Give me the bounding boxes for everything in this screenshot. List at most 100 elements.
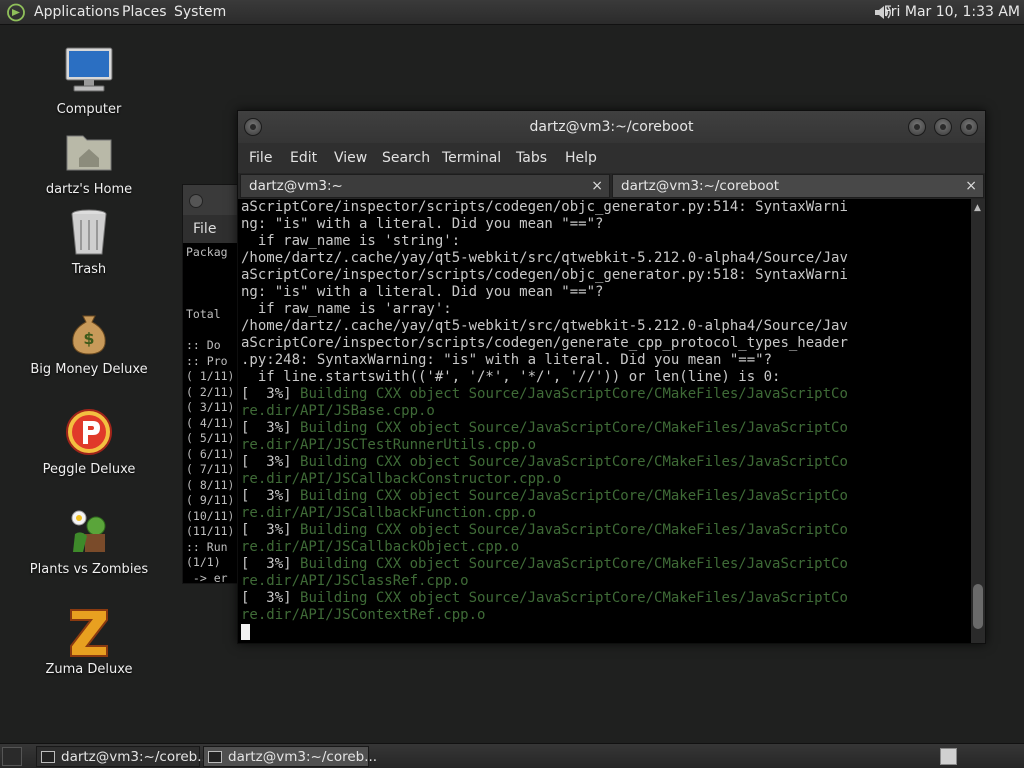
- build-step-text: Building CXX object Source/JavaScriptCor…: [300, 454, 848, 470]
- trash-icon: [61, 204, 117, 260]
- menu-tabs[interactable]: Tabs: [516, 143, 547, 173]
- terminal-line: aScriptCore/inspector/scripts/codegen/ge…: [241, 335, 848, 351]
- build-step-text: Building CXX object Source/JavaScriptCor…: [300, 488, 848, 504]
- window-titlebar[interactable]: dartz@vm3:~/coreboot: [238, 111, 985, 143]
- svg-text:$: $: [83, 329, 94, 348]
- terminal-window[interactable]: dartz@vm3:~/coreboot File Edit View Sear…: [237, 110, 986, 644]
- desktop-icon-label: Plants vs Zombies: [29, 562, 149, 577]
- tab-label: dartz@vm3:~/coreboot: [621, 178, 780, 194]
- build-step-text: Building CXX object Source/JavaScriptCor…: [300, 522, 848, 538]
- build-step-text: Building CXX object Source/JavaScriptCor…: [300, 590, 848, 606]
- system-menu[interactable]: System: [174, 0, 226, 25]
- build-step-text: Building CXX object Source/JavaScriptCor…: [300, 386, 848, 402]
- terminal-line: /home/dartz/.cache/yay/qt5-webkit/src/qt…: [241, 318, 848, 334]
- tab-close-icon[interactable]: ×: [965, 175, 977, 198]
- menu-search[interactable]: Search: [382, 143, 430, 173]
- menu-view[interactable]: View: [334, 143, 367, 173]
- bottom-panel: dartz@vm3:~/coreb... dartz@vm3:~/coreb..…: [0, 743, 1024, 768]
- terminal-line: aScriptCore/inspector/scripts/codegen/ob…: [241, 267, 848, 283]
- menu-bar: File Edit View Search Terminal Tabs Help: [238, 143, 985, 173]
- money-bag-icon: $: [61, 304, 117, 360]
- terminal-line: [ 3%] Building CXX object Source/JavaScr…: [238, 386, 971, 403]
- zuma-icon: [61, 604, 117, 660]
- build-progress-text: [ 3%]: [241, 386, 301, 402]
- build-progress-text: [ 3%]: [241, 590, 301, 606]
- desktop-icon-peggle[interactable]: Peggle Deluxe: [24, 404, 154, 477]
- menu-edit[interactable]: Edit: [290, 143, 317, 173]
- terminal-line: if raw_name is 'string':: [241, 233, 461, 249]
- terminal-lines: aScriptCore/inspector/scripts/codegen/ob…: [238, 199, 971, 624]
- taskbar-item-label: dartz@vm3:~/coreb...: [228, 749, 378, 765]
- computer-icon: [61, 44, 117, 100]
- tab-bar: dartz@vm3:~ × dartz@vm3:~/coreboot ×: [238, 173, 985, 199]
- peggle-icon: [61, 404, 117, 460]
- window-title: dartz@vm3:~/coreboot: [529, 119, 694, 135]
- terminal-icon: [41, 751, 55, 763]
- top-panel: Applications Places System Fri Mar 10, 1…: [0, 0, 1024, 25]
- desktop-icon-label: Computer: [56, 102, 122, 117]
- terminal-line: [ 3%] Building CXX object Source/JavaScr…: [238, 420, 971, 437]
- workspace-switcher[interactable]: [940, 748, 957, 765]
- taskbar-item-terminal-2[interactable]: dartz@vm3:~/coreb...: [203, 746, 377, 767]
- close-button[interactable]: [960, 118, 978, 136]
- build-step-text: Building CXX object Source/JavaScriptCor…: [300, 420, 848, 436]
- applications-menu[interactable]: Applications: [34, 0, 120, 25]
- places-menu[interactable]: Places: [122, 0, 167, 25]
- desktop-icon-big-money[interactable]: $ Big Money Deluxe: [24, 304, 154, 377]
- menu-terminal[interactable]: Terminal: [442, 143, 501, 173]
- terminal-scrollbar[interactable]: ▲: [971, 199, 985, 643]
- terminal-line: [ 3%] Building CXX object Source/JavaScr…: [238, 590, 971, 607]
- terminal-line: [ 3%] Building CXX object Source/JavaScr…: [238, 522, 971, 539]
- desktop-icon-label: Big Money Deluxe: [30, 362, 148, 377]
- desktop-icon-label: Trash: [71, 262, 107, 277]
- terminal-line: re.dir/API/JSCallbackConstructor.cpp.o: [241, 471, 562, 487]
- terminal-line: aScriptCore/inspector/scripts/codegen/ob…: [241, 199, 848, 215]
- maximize-button[interactable]: [934, 118, 952, 136]
- desktop-icon-computer[interactable]: Computer: [24, 44, 154, 117]
- distro-logo-icon[interactable]: [6, 3, 26, 22]
- desktop-icon-home[interactable]: dartz's Home: [24, 124, 154, 197]
- scrollbar-thumb[interactable]: [973, 584, 983, 629]
- menu-file[interactable]: File: [249, 143, 272, 173]
- terminal-line: if line.startswith(('#', '/*', '*/', '//…: [241, 369, 781, 385]
- terminal-output[interactable]: aScriptCore/inspector/scripts/codegen/ob…: [238, 199, 971, 643]
- home-folder-icon: [61, 124, 117, 180]
- build-step-text: Building CXX object Source/JavaScriptCor…: [300, 556, 848, 572]
- desktop-icon-plants-vs-zombies[interactable]: Plants vs Zombies: [24, 504, 154, 577]
- desktop-icon-zuma[interactable]: Zuma Deluxe: [24, 604, 154, 677]
- plants-vs-zombies-icon: [61, 504, 117, 560]
- tab-coreboot[interactable]: dartz@vm3:~/coreboot ×: [612, 174, 984, 198]
- terminal-line: ng: "is" with a literal. Did you mean "=…: [241, 284, 604, 300]
- build-progress-text: [ 3%]: [241, 556, 301, 572]
- clock[interactable]: Fri Mar 10, 1:33 AM: [884, 0, 1020, 25]
- terminal-line: [ 3%] Building CXX object Source/JavaScr…: [238, 488, 971, 505]
- terminal-line: .py:248: SyntaxWarning: "is" with a lite…: [241, 352, 773, 368]
- show-desktop-icon[interactable]: [2, 747, 22, 766]
- terminal-line: [ 3%] Building CXX object Source/JavaScr…: [238, 556, 971, 573]
- terminal-line: re.dir/API/JSBase.cpp.o: [241, 403, 435, 419]
- desktop-icon-label: Zuma Deluxe: [45, 662, 133, 677]
- terminal-line: re.dir/API/JSContextRef.cpp.o: [241, 607, 486, 623]
- terminal-line: re.dir/API/JSCallbackFunction.cpp.o: [241, 505, 537, 521]
- tab-close-icon[interactable]: ×: [591, 175, 603, 198]
- terminal-line: [ 3%] Building CXX object Source/JavaScr…: [238, 454, 971, 471]
- terminal-line: if raw_name is 'array':: [241, 301, 452, 317]
- tab-home[interactable]: dartz@vm3:~ ×: [240, 174, 610, 198]
- window-menu-button[interactable]: [189, 194, 203, 208]
- desktop-icon-trash[interactable]: Trash: [24, 204, 154, 277]
- desktop-icon-label: Peggle Deluxe: [42, 462, 136, 477]
- terminal-line: ng: "is" with a literal. Did you mean "=…: [241, 216, 604, 232]
- background-menu-file[interactable]: File: [193, 221, 216, 237]
- build-progress-text: [ 3%]: [241, 488, 301, 504]
- terminal-icon: [208, 751, 222, 763]
- menu-help[interactable]: Help: [565, 143, 597, 173]
- minimize-button[interactable]: [908, 118, 926, 136]
- build-progress-text: [ 3%]: [241, 454, 301, 470]
- taskbar-item-terminal-1[interactable]: dartz@vm3:~/coreb...: [36, 746, 210, 767]
- terminal-cursor: [241, 624, 250, 640]
- terminal-line: re.dir/API/JSClassRef.cpp.o: [241, 573, 469, 589]
- build-progress-text: [ 3%]: [241, 420, 301, 436]
- build-progress-text: [ 3%]: [241, 522, 301, 538]
- scroll-up-arrow-icon[interactable]: ▲: [974, 203, 981, 213]
- terminal-line: re.dir/API/JSCallbackObject.cpp.o: [241, 539, 520, 555]
